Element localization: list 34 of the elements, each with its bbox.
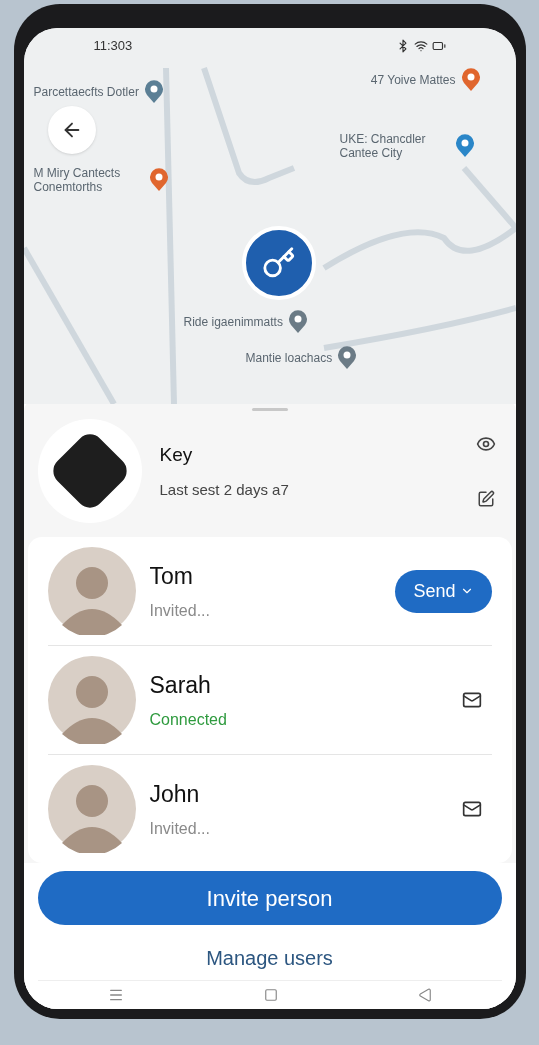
sheet-handle[interactable] xyxy=(251,408,288,411)
person-name: Tom xyxy=(149,561,194,591)
eye-icon[interactable] xyxy=(475,434,496,454)
person-status: Invited... xyxy=(149,601,211,622)
person-status: Invited... xyxy=(149,819,211,840)
back-icon[interactable] xyxy=(417,988,432,1002)
map-place-label: Ride igaenimmatts xyxy=(183,315,283,329)
mail-icon[interactable] xyxy=(461,690,482,710)
home-icon[interactable] xyxy=(263,988,278,1002)
map-pin-icon xyxy=(286,310,309,334)
edit-icon[interactable] xyxy=(476,490,495,508)
map-place-label: 47 Yoive Mattes xyxy=(370,73,456,87)
invite-person-button[interactable]: Invite person xyxy=(37,871,502,925)
map-pin-icon xyxy=(453,134,476,158)
menu-icon[interactable] xyxy=(107,987,124,1003)
map-pin-icon xyxy=(142,80,165,104)
person-name: John xyxy=(149,779,201,809)
map-place-label: Mantie loachacs xyxy=(245,351,333,365)
send-button[interactable]: Send xyxy=(395,569,492,613)
person-name: Sarah xyxy=(149,670,212,700)
map-place-label: Parcettaecfts Dotler xyxy=(33,85,139,99)
map-pin-icon xyxy=(336,346,359,370)
map-pin-icon xyxy=(147,168,170,192)
back-button[interactable] xyxy=(47,106,96,154)
key-icon xyxy=(261,246,296,280)
map-place-label: UKE: Chancdler Cantee City xyxy=(339,132,427,160)
person-status: Connected xyxy=(149,710,228,731)
map-place-label: M Miry Cantects Conemtorths xyxy=(33,166,122,194)
device-name: Key xyxy=(159,442,194,467)
mail-icon[interactable] xyxy=(461,799,482,819)
status-time: 11:303 xyxy=(93,37,133,56)
manage-users-link[interactable]: Manage users xyxy=(206,943,333,973)
map-pin-icon xyxy=(459,68,482,92)
device-last-seen: Last sest 2 days a7 xyxy=(159,480,290,500)
